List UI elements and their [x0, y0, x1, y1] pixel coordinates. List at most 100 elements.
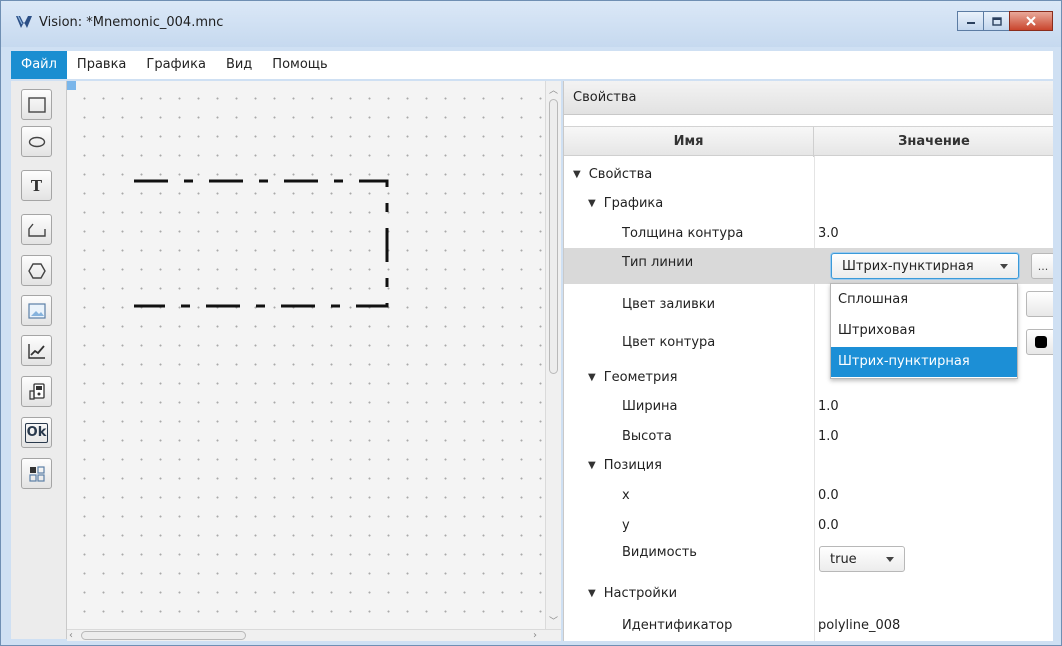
- chevron-down-icon: [1000, 264, 1008, 269]
- column-header-name[interactable]: Имя: [564, 127, 814, 157]
- maximize-icon: [991, 16, 1002, 26]
- property-value[interactable]: 0.0: [818, 488, 839, 503]
- minimize-button[interactable]: [957, 11, 984, 31]
- close-icon: [1026, 16, 1036, 26]
- properties-panel-title: Свойства: [564, 81, 1053, 115]
- hexagon-icon: [27, 262, 46, 279]
- fill-color-picker-button[interactable]: [1026, 291, 1053, 317]
- property-label: Идентификатор: [622, 617, 733, 633]
- text-icon: T: [30, 176, 43, 195]
- title-bar[interactable]: Vision: *Mnemonic_004.mnc: [1, 1, 1061, 47]
- stroke-color-picker-button[interactable]: [1026, 329, 1053, 355]
- widget-grid-icon: [28, 465, 45, 482]
- button-tool-button[interactable]: Ok: [21, 417, 52, 448]
- scroll-right-icon[interactable]: ›: [533, 630, 537, 641]
- property-label: Цвет контура: [622, 334, 716, 350]
- menu-help[interactable]: Помощь: [262, 51, 337, 79]
- property-row-width[interactable]: Ширина 1.0: [564, 392, 1053, 420]
- property-label: Ширина: [622, 398, 678, 414]
- property-row-visibility[interactable]: Видимость true: [564, 539, 1053, 575]
- property-row-height[interactable]: Высота 1.0: [564, 422, 1053, 450]
- property-row-stroke-width[interactable]: Толщина контура 3.0: [564, 219, 1053, 247]
- ellipse-icon: [28, 136, 45, 147]
- menu-edit[interactable]: Правка: [67, 51, 136, 79]
- line-type-dropdown-list: Сплошная Штриховая Штрих-пунктирная: [830, 283, 1018, 379]
- canvas-vertical-scrollbar[interactable]: ︿ ﹀: [545, 81, 561, 629]
- device-icon: [28, 382, 45, 400]
- mnemonic-canvas[interactable]: ︿ ﹀: [67, 81, 561, 629]
- property-value[interactable]: 1.0: [818, 399, 839, 414]
- tree-row-settings[interactable]: ▼ Настройки: [564, 579, 1053, 607]
- tree-row-graphics[interactable]: ▼ Графика: [564, 189, 1053, 217]
- property-value[interactable]: 0.0: [818, 518, 839, 533]
- property-label: Цвет заливки: [622, 296, 716, 312]
- line-type-selected-value: Штрих-пунктирная: [842, 258, 974, 274]
- line-type-option-dashed[interactable]: Штриховая: [831, 316, 1017, 346]
- rectangle-tool-button[interactable]: [21, 89, 52, 120]
- image-tool-button[interactable]: [21, 295, 52, 326]
- horizontal-scroll-thumb[interactable]: [81, 631, 246, 640]
- ellipse-tool-button[interactable]: [21, 126, 52, 157]
- chart-icon: [27, 343, 45, 359]
- app-window: Vision: *Mnemonic_004.mnc Файл Правка Гр…: [0, 0, 1062, 646]
- property-value[interactable]: 3.0: [818, 226, 839, 241]
- rectangle-icon: [27, 96, 46, 113]
- chevron-down-icon: [886, 557, 894, 562]
- line-type-option-dash-dot[interactable]: Штрих-пунктирная: [831, 347, 1017, 377]
- vertical-scroll-thumb[interactable]: [549, 99, 558, 374]
- menu-view[interactable]: Вид: [216, 51, 262, 79]
- minimize-icon: [966, 22, 975, 24]
- property-value[interactable]: polyline_008: [818, 618, 900, 633]
- property-label: y: [622, 517, 630, 533]
- ok-button-icon: Ok: [24, 422, 49, 443]
- scroll-up-icon[interactable]: ︿: [549, 83, 558, 96]
- menu-file[interactable]: Файл: [11, 51, 67, 79]
- line-type-more-button[interactable]: ...: [1031, 253, 1053, 279]
- tree-label-position: Позиция: [603, 457, 662, 473]
- tree-row-root[interactable]: ▼ Свойства: [564, 159, 1053, 189]
- visibility-select[interactable]: true: [819, 546, 905, 572]
- text-tool-button[interactable]: T: [21, 170, 52, 201]
- close-button[interactable]: [1009, 11, 1053, 31]
- line-type-option-solid[interactable]: Сплошная: [831, 285, 1017, 315]
- column-header-value[interactable]: Значение: [814, 127, 1053, 157]
- dash-dot-polyline-shape[interactable]: [67, 81, 545, 621]
- image-icon: [27, 302, 46, 319]
- menu-graphics[interactable]: Графика: [136, 51, 216, 79]
- property-row-y[interactable]: y 0.0: [564, 511, 1053, 539]
- property-label: Толщина контура: [622, 225, 744, 241]
- properties-table-header: Имя Значение: [564, 126, 1053, 157]
- polygon-tool-button[interactable]: [21, 255, 52, 286]
- tree-row-position[interactable]: ▼ Позиция: [564, 451, 1053, 479]
- tree-label-graphics: Графика: [603, 195, 664, 211]
- polyline-icon: [27, 223, 46, 237]
- scroll-down-icon[interactable]: ﹀: [549, 614, 558, 627]
- widget-tool-button[interactable]: [21, 458, 52, 489]
- line-type-select[interactable]: Штрих-пунктирная: [831, 253, 1019, 279]
- color-swatch: [1035, 336, 1047, 348]
- expand-arrow-icon[interactable]: ▼: [588, 460, 596, 471]
- tree-label-root: Свойства: [588, 166, 653, 182]
- maximize-button[interactable]: [983, 11, 1010, 31]
- app-logo-icon: [16, 15, 32, 28]
- expand-arrow-icon[interactable]: ▼: [588, 372, 596, 383]
- property-row-identifier[interactable]: Идентификатор polyline_008: [564, 611, 1053, 639]
- expand-arrow-icon[interactable]: ▼: [588, 198, 596, 209]
- property-row-x[interactable]: x 0.0: [564, 481, 1053, 509]
- toolbox: T Ok: [11, 81, 67, 639]
- canvas-horizontal-scrollbar[interactable]: ‹ ›: [67, 629, 561, 641]
- property-label: x: [622, 487, 630, 503]
- device-tool-button[interactable]: [21, 376, 52, 407]
- tree-label-settings: Настройки: [603, 585, 678, 601]
- window-title: Vision: *Mnemonic_004.mnc: [39, 15, 224, 30]
- property-row-line-type[interactable]: Тип линии Штрих-пунктирная ...: [564, 248, 1053, 284]
- property-value[interactable]: 1.0: [818, 429, 839, 444]
- expand-arrow-icon[interactable]: ▼: [573, 169, 581, 180]
- scroll-left-icon[interactable]: ‹: [69, 630, 73, 641]
- window-controls: [957, 11, 1053, 31]
- expand-arrow-icon[interactable]: ▼: [588, 588, 596, 599]
- visibility-selected-value: true: [830, 551, 857, 567]
- polyline-tool-button[interactable]: [21, 214, 52, 245]
- chart-tool-button[interactable]: [21, 335, 52, 366]
- menu-bar: Файл Правка Графика Вид Помощь: [11, 51, 1053, 79]
